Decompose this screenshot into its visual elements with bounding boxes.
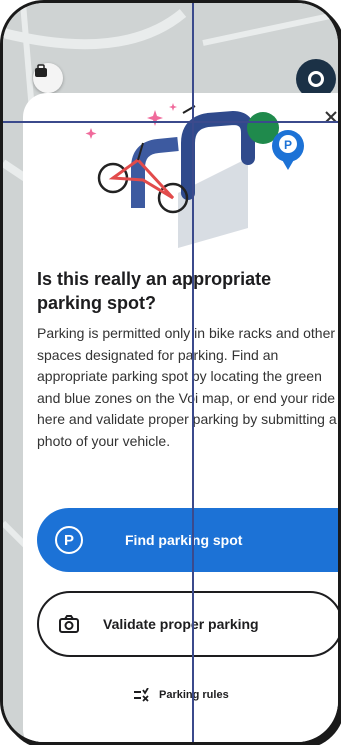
parking-rules-label: Parking rules [159,689,229,701]
validate-parking-button[interactable]: Validate proper parking [37,591,338,657]
svg-text:P: P [284,138,292,152]
crosshair-vertical-line [192,3,194,742]
find-parking-spot-button[interactable]: P Find parking spot [37,508,338,572]
phone-frame: P Is this really an appropriate parking … [0,0,341,745]
close-icon [325,111,337,123]
find-parking-spot-label: Find parking spot [125,532,243,548]
bag-icon[interactable] [33,63,63,93]
dialog-body: Parking is permitted only in bike racks … [37,325,337,449]
crosshair-horizontal-line [3,121,338,123]
parking-p-icon: P [55,526,83,554]
close-button[interactable] [319,105,338,129]
dialog-title: Is this really an appropriate parking sp… [37,269,272,313]
parking-rules-link[interactable]: Parking rules [133,683,229,707]
locate-icon [308,71,324,87]
validate-parking-label: Validate proper parking [103,616,259,632]
camera-icon [55,610,83,638]
rules-list-icon [134,688,149,702]
